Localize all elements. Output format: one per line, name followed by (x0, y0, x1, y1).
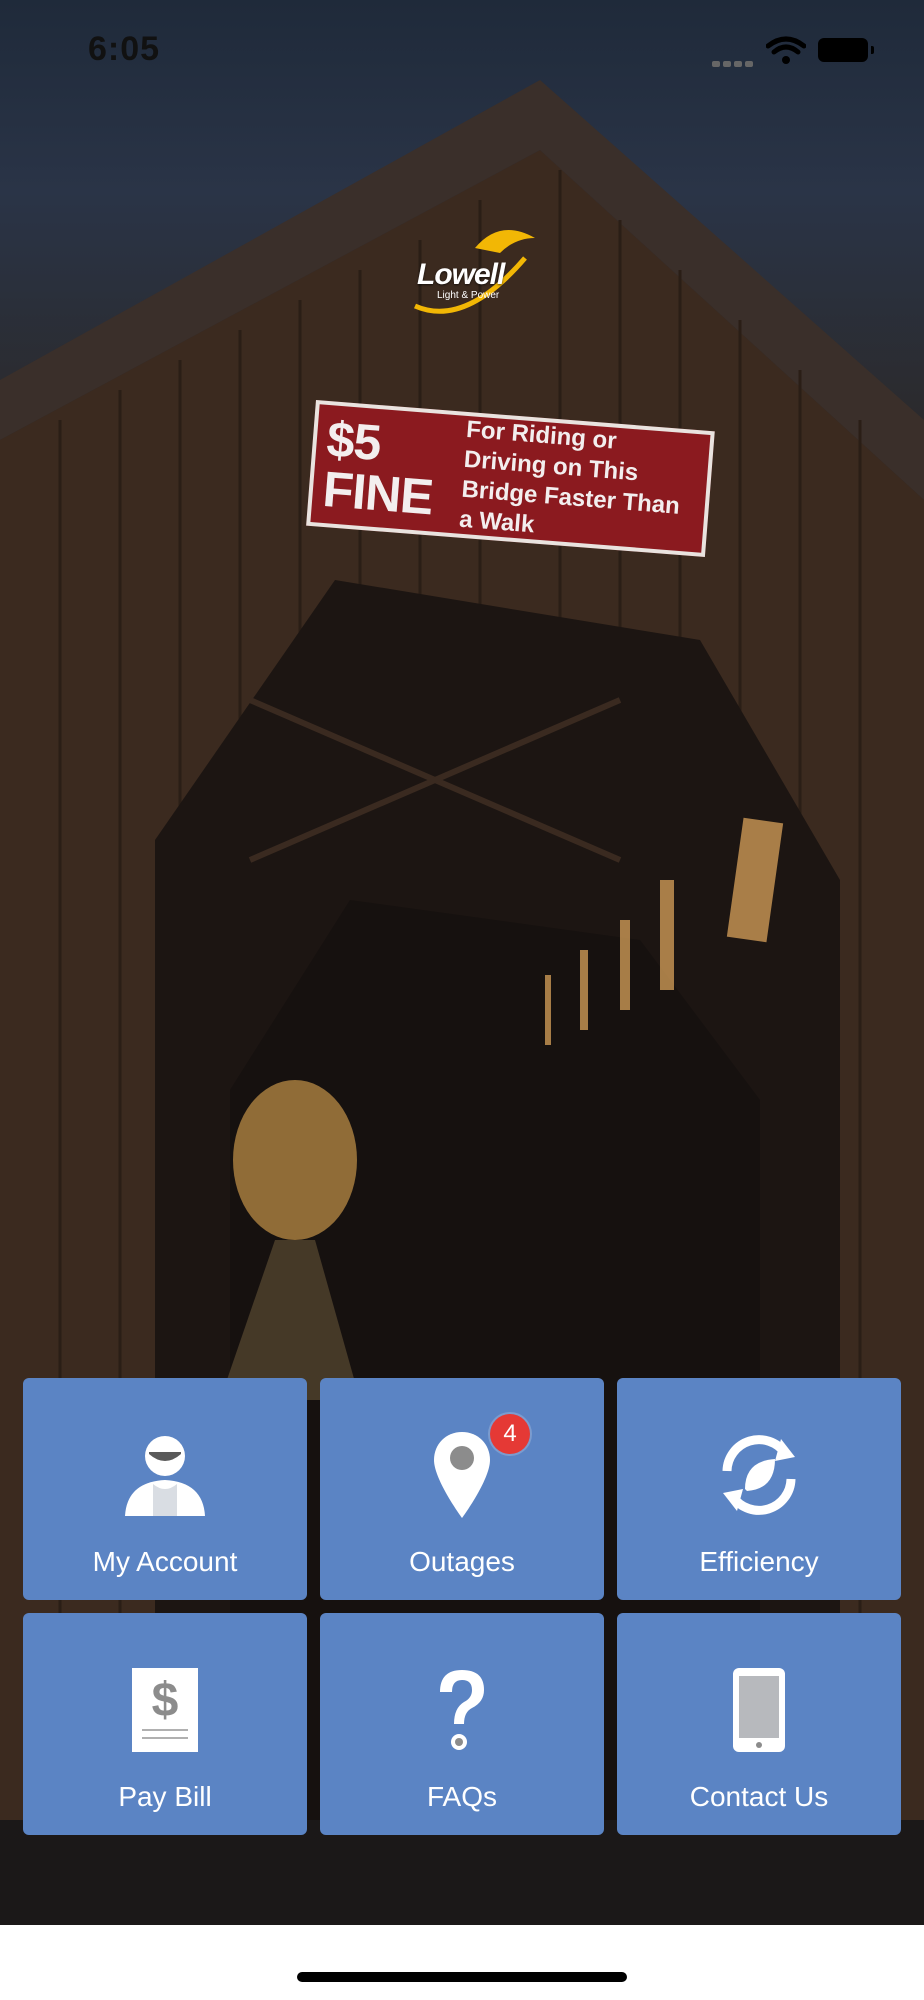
my-account-button[interactable]: My Account (23, 1378, 307, 1600)
tile-label: FAQs (426, 1781, 497, 1812)
logo-name: Lowell (417, 258, 505, 291)
efficiency-button[interactable]: Efficiency (617, 1378, 901, 1600)
status-bar: 6:05 (0, 0, 924, 100)
wifi-icon (765, 36, 807, 66)
outages-button[interactable]: 4 Outages (320, 1378, 604, 1600)
menu-grid: My Account 4 Outages Efficiency $ Pay Bi… (23, 1378, 901, 1835)
question-icon (417, 1665, 507, 1755)
tile-label: Outages (409, 1546, 515, 1577)
tile-label: Contact Us (689, 1781, 829, 1812)
contact-us-button[interactable]: Contact Us (617, 1613, 901, 1835)
outages-badge: 4 (490, 1414, 530, 1454)
faqs-button[interactable]: FAQs (320, 1613, 604, 1835)
status-time: 6:05 (88, 30, 161, 68)
account-icon (120, 1430, 210, 1520)
tile-label: Efficiency (699, 1546, 819, 1577)
pay-bill-button[interactable]: $ Pay Bill (23, 1613, 307, 1835)
leaf-refresh-icon (714, 1430, 804, 1520)
svg-text:$: $ (152, 1674, 179, 1727)
cellular-signal-icon (712, 54, 756, 67)
tile-label: My Account (92, 1546, 238, 1577)
battery-icon (818, 38, 874, 62)
logo-tagline: Light & Power (437, 290, 500, 301)
bill-icon: $ (120, 1665, 210, 1755)
home-indicator[interactable] (297, 1972, 627, 1982)
tile-label: Pay Bill (118, 1781, 212, 1812)
sign-fine: $5 FINE (320, 411, 435, 526)
phone-icon (714, 1665, 804, 1755)
lowell-logo: Lowell Light & Power (405, 218, 540, 323)
